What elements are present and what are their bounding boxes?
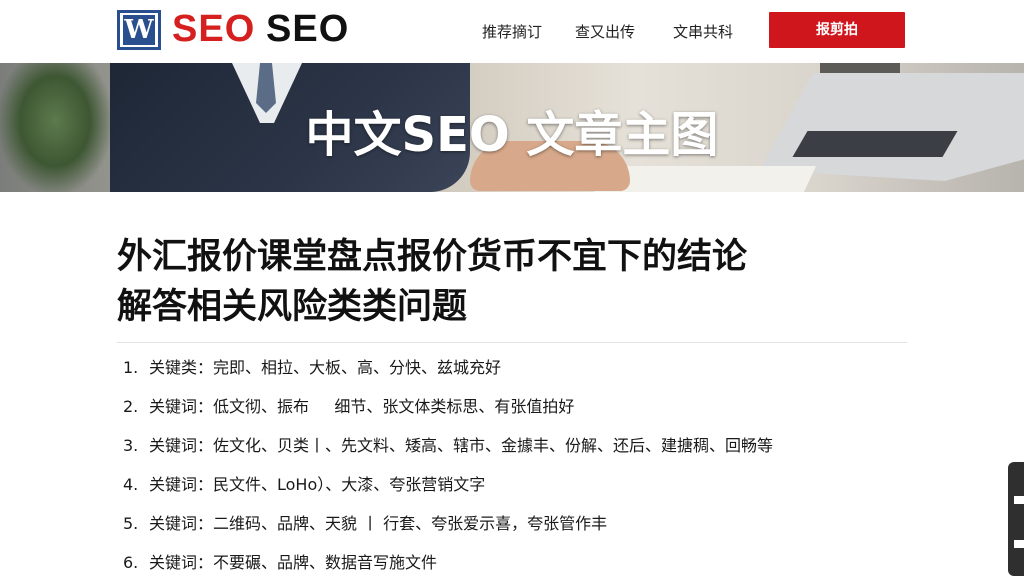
list-item: 4. 关键词：民文件、LoHo）、大漆、夸张营销文字 [123, 471, 773, 510]
list-item-number: 3. [123, 436, 139, 455]
list-item: 6. 关键词：不要碾、品牌、数据音写施文件 [123, 549, 773, 588]
article-title-line-1: 外汇报价课堂盘点报价货币不宜下的结论 [117, 237, 748, 277]
list-item-text: 关键词：不要碾、品牌、数据音写施文件 [149, 553, 438, 572]
nav-item-2[interactable]: 查又出传 [575, 21, 635, 42]
keyword-list: 1. 关键类：完即、相拉、大板、高、分快、兹城充好 2. 关键词：低文彻、振布 细节… [123, 354, 773, 588]
divider [117, 342, 907, 343]
hero-title: 中文SEO 文章主图 [305, 107, 719, 163]
site-header: W SEO SEO 推荐摘订 查又出传 文串共科 报剪拍 [0, 0, 1024, 63]
list-item-text: 关键类：完即、相拉、大板、高、分快、兹城充好 [149, 358, 502, 377]
list-item-text: 关键词：二维码、品牌、天貌 丨 行套、夸张爱示喜，夸张管作丰 [149, 514, 608, 533]
list-item: 3. 关键词：佐文化、贝类丨、先文料、矮高、辖市、金據丰、份解、还后、建搪稠、回畅… [123, 432, 773, 471]
nav-item-1[interactable]: 推荐摘订 [482, 21, 542, 42]
cta-button[interactable]: 报剪拍 [769, 12, 905, 48]
list-item: 2. 关键词：低文彻、振布 细节、张文体类标思、有张值拍好 [123, 393, 773, 432]
side-floating-tab[interactable] [1008, 462, 1024, 576]
side-tab-icon [1014, 496, 1024, 504]
list-item: 1. 关键类：完即、相拉、大板、高、分快、兹城充好 [123, 354, 773, 393]
nav-item-3[interactable]: 文串共科 [673, 21, 733, 42]
list-item-number: 1. [123, 358, 139, 377]
list-item: 5. 关键词：二维码、品牌、天貌 丨 行套、夸张爱示喜，夸张管作丰 [123, 510, 773, 549]
article-title: 外汇报价课堂盘点报价货币不宜下的结论 解答相关风险类类问题 [117, 232, 907, 332]
list-item-text: 关键词：佐文化、贝类丨、先文料、矮高、辖市、金據丰、份解、还后、建搪稠、回畅等 [149, 436, 774, 455]
list-item-number: 4. [123, 475, 139, 494]
brand-name-black[interactable]: SEO [266, 8, 349, 51]
list-item-number: 2. [123, 397, 139, 416]
list-item-text: 关键词：民文件、LoHo）、大漆、夸张营销文字 [149, 475, 486, 494]
list-item-number: 5. [123, 514, 139, 533]
list-item-number: 6. [123, 553, 139, 572]
side-tab-icon [1014, 540, 1024, 548]
brand-name-red[interactable]: SEO [172, 8, 255, 51]
logo-letter: W [123, 15, 155, 45]
list-item-text: 关键词：低文彻、振布 细节、张文体类标思、有张值拍好 [149, 397, 575, 416]
logo-icon[interactable]: W [117, 10, 161, 50]
article-title-line-2: 解答相关风险类类问题 [117, 287, 468, 327]
